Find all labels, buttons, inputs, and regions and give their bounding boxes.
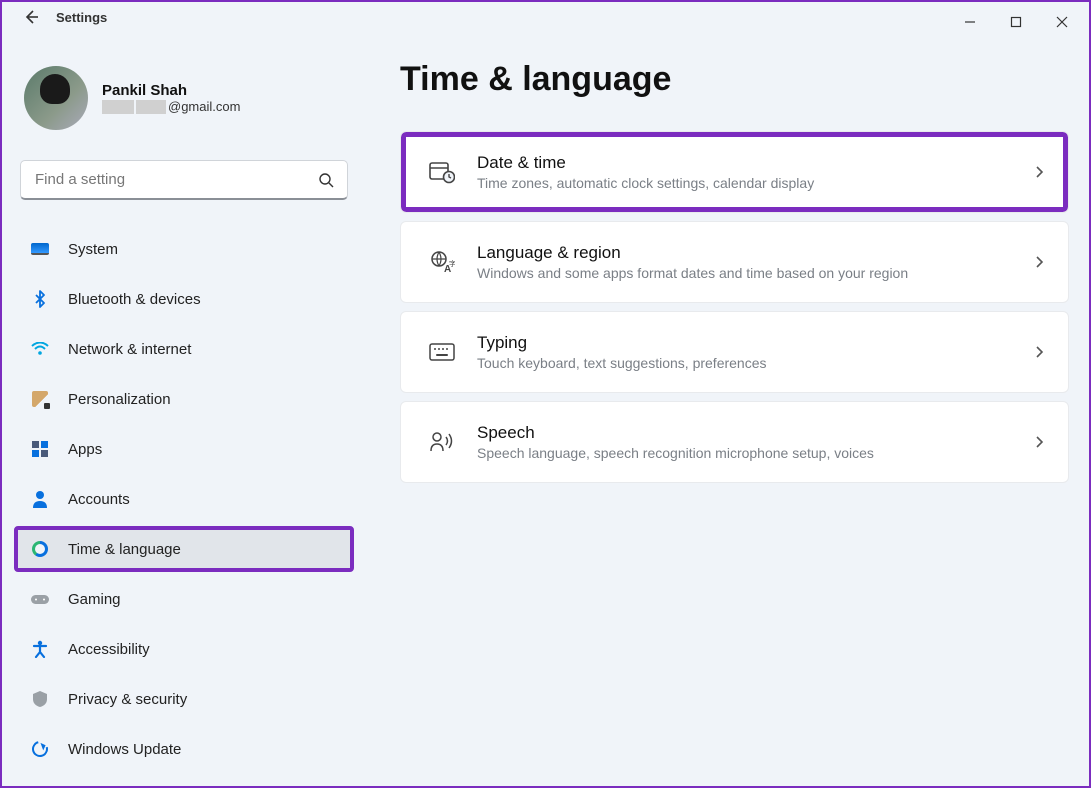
profile-section[interactable]: Pankil Shah @gmail.com (16, 56, 352, 148)
sidebar-item-label: Privacy & security (68, 691, 187, 708)
nav-list: System Bluetooth & devices Network & int… (16, 224, 352, 774)
card-title: Typing (477, 333, 1034, 353)
card-subtitle: Windows and some apps format dates and t… (477, 265, 1034, 281)
page-title: Time & language (400, 60, 1069, 99)
chevron-right-icon (1034, 255, 1044, 269)
sidebar-item-personalization[interactable]: Personalization (16, 378, 352, 420)
chevron-right-icon (1034, 165, 1044, 179)
card-date-time[interactable]: Date & time Time zones, automatic clock … (400, 131, 1069, 213)
system-icon (30, 243, 50, 255)
sidebar-item-label: System (68, 241, 118, 258)
card-subtitle: Speech language, speech recognition micr… (477, 445, 1034, 461)
sidebar-item-time-language[interactable]: Time & language (16, 528, 352, 570)
speech-icon (425, 431, 459, 453)
app-title: Settings (56, 10, 107, 25)
wifi-icon (30, 342, 50, 356)
svg-text:字: 字 (449, 259, 455, 268)
sidebar-item-windows-update[interactable]: Windows Update (16, 728, 352, 770)
sidebar-item-apps[interactable]: Apps (16, 428, 352, 470)
sidebar-item-label: Bluetooth & devices (68, 291, 201, 308)
sidebar-item-system[interactable]: System (16, 228, 352, 270)
card-subtitle: Touch keyboard, text suggestions, prefer… (477, 355, 1034, 371)
shield-icon (30, 690, 50, 708)
card-speech[interactable]: Speech Speech language, speech recogniti… (400, 401, 1069, 483)
account-icon (30, 490, 50, 508)
card-subtitle: Time zones, automatic clock settings, ca… (477, 175, 1034, 191)
chevron-right-icon (1034, 345, 1044, 359)
date-time-icon (425, 160, 459, 184)
profile-email: @gmail.com (102, 99, 240, 114)
sidebar-item-bluetooth[interactable]: Bluetooth & devices (16, 278, 352, 320)
back-button[interactable] (22, 8, 40, 26)
sidebar-item-label: Windows Update (68, 741, 181, 758)
time-language-icon (30, 541, 50, 557)
sidebar-item-accessibility[interactable]: Accessibility (16, 628, 352, 670)
sidebar-item-label: Accessibility (68, 641, 150, 658)
sidebar-item-privacy[interactable]: Privacy & security (16, 678, 352, 720)
sidebar-item-label: Apps (68, 441, 102, 458)
gaming-icon (30, 592, 50, 606)
search-icon[interactable] (318, 172, 334, 188)
card-title: Speech (477, 423, 1034, 443)
avatar (24, 66, 88, 130)
brush-icon (30, 391, 50, 407)
main-content: Time & language Date & time Time zones, … (362, 26, 1089, 770)
accessibility-icon (30, 640, 50, 658)
sidebar-item-network[interactable]: Network & internet (16, 328, 352, 370)
sidebar-item-label: Gaming (68, 591, 121, 608)
apps-icon (30, 441, 50, 457)
typing-icon (425, 343, 459, 361)
sidebar-item-gaming[interactable]: Gaming (16, 578, 352, 620)
card-typing[interactable]: Typing Touch keyboard, text suggestions,… (400, 311, 1069, 393)
bluetooth-icon (30, 290, 50, 308)
sidebar-item-label: Time & language (68, 541, 181, 558)
card-title: Date & time (477, 153, 1034, 173)
card-language-region[interactable]: A字 Language & region Windows and some ap… (400, 221, 1069, 303)
language-region-icon: A字 (425, 250, 459, 274)
sidebar-item-accounts[interactable]: Accounts (16, 478, 352, 520)
sidebar-item-label: Accounts (68, 491, 130, 508)
chevron-right-icon (1034, 435, 1044, 449)
profile-name: Pankil Shah (102, 82, 240, 99)
search-input[interactable] (20, 160, 348, 200)
sidebar-item-label: Network & internet (68, 341, 191, 358)
update-icon (30, 741, 50, 757)
sidebar: Pankil Shah @gmail.com System (2, 26, 362, 770)
sidebar-item-label: Personalization (68, 391, 171, 408)
card-title: Language & region (477, 243, 1034, 263)
